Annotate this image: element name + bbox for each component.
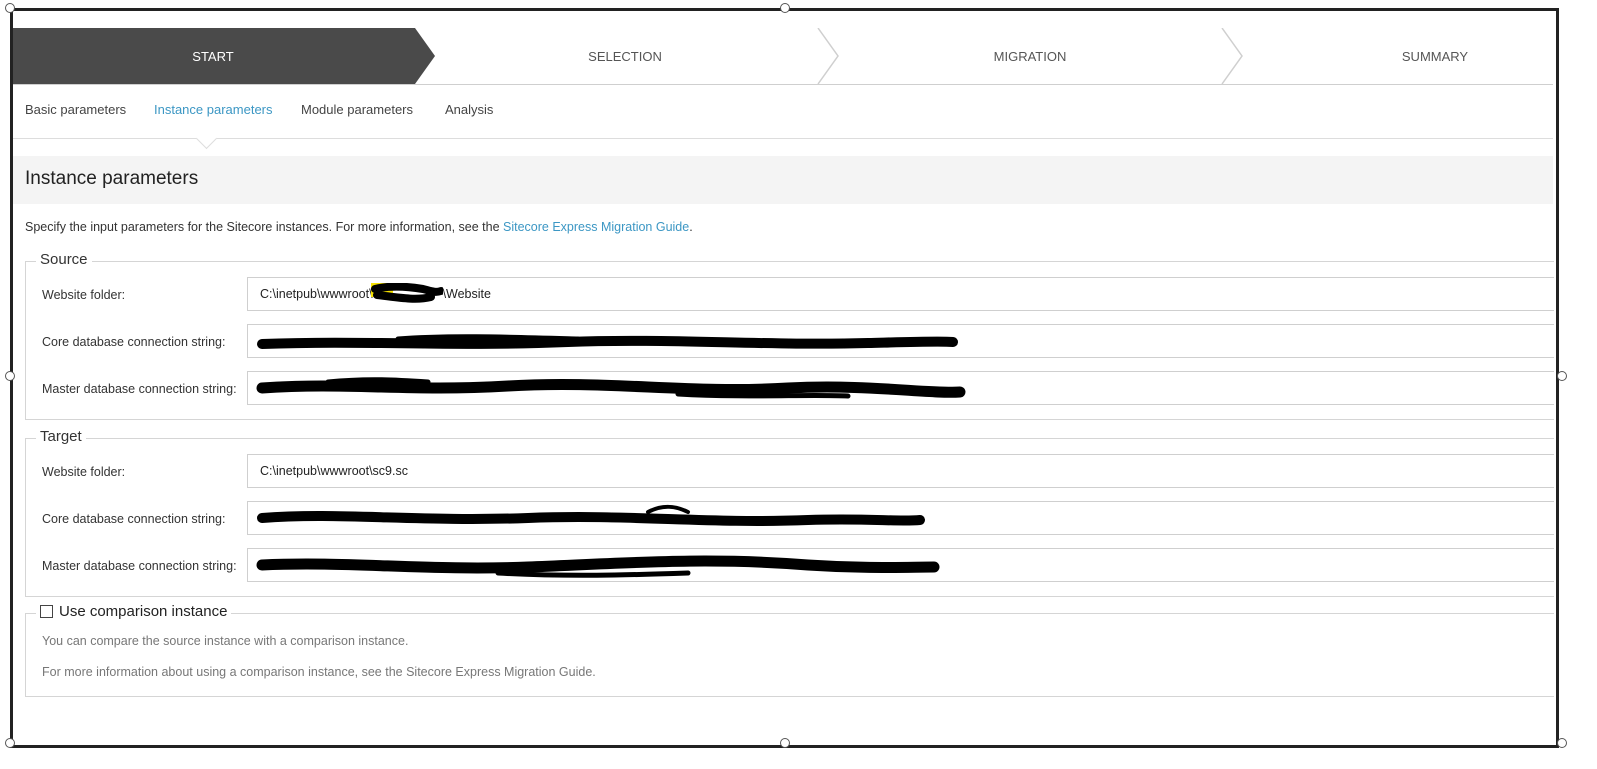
- use-comparison-label[interactable]: Use comparison instance: [59, 603, 227, 620]
- subtab-bar: Basic parameters Instance parameters Mod…: [13, 84, 1553, 150]
- source-master-db-label: Master database connection string:: [42, 382, 237, 396]
- source-core-db-label: Core database connection string:: [42, 335, 226, 349]
- resize-handle-bottom-right[interactable]: [1557, 738, 1567, 748]
- redaction-scribble: [370, 282, 443, 303]
- tab-basic-parameters[interactable]: Basic parameters: [25, 102, 126, 117]
- target-master-db-label: Master database connection string:: [42, 559, 237, 573]
- target-website-folder-label: Website folder:: [42, 465, 126, 479]
- redaction-scribble: [256, 377, 966, 399]
- resize-handle-bottom-left[interactable]: [5, 738, 15, 748]
- source-group: Source Website folder: C:\inetpub\wwwroo…: [25, 251, 1554, 420]
- wizard-step-label: MIGRATION: [993, 48, 1067, 64]
- wizard-step-selection[interactable]: SELECTION: [425, 28, 825, 84]
- wizard-step-label: START: [192, 48, 234, 64]
- intro-text-body: Specify the input parameters for the Sit…: [25, 220, 504, 234]
- comparison-legend: Use comparison instance: [36, 603, 232, 620]
- tab-analysis[interactable]: Analysis: [445, 102, 493, 117]
- resize-handle-middle-left[interactable]: [5, 371, 15, 381]
- redacted-folder-name: [370, 282, 443, 303]
- redaction-scribble: [256, 555, 940, 578]
- target-core-db-label: Core database connection string:: [42, 512, 226, 526]
- resize-handle-top-center[interactable]: [780, 3, 790, 13]
- wizard-steps: START SELECTION MIGRATION SUMMARY: [13, 28, 1553, 85]
- target-group: Target Website folder: C:\inetpub\wwwroo…: [25, 428, 1554, 597]
- comparison-info-note: For more information about using a compa…: [42, 665, 596, 679]
- source-folder-prefix: C:\inetpub\wwwroot\: [260, 287, 373, 301]
- page-header: Instance parameters: [13, 156, 1553, 204]
- wizard-step-label: SELECTION: [588, 48, 662, 64]
- target-master-db-input[interactable]: [247, 548, 1554, 582]
- wizard-step-summary[interactable]: SUMMARY: [1235, 28, 1597, 84]
- target-website-folder-input[interactable]: C:\inetpub\wwwroot\sc9.sc: [247, 454, 1554, 488]
- intro-text: Specify the input parameters for the Sit…: [25, 220, 693, 234]
- resize-handle-middle-right[interactable]: [1557, 371, 1567, 381]
- redaction-scribble: [257, 504, 925, 526]
- tab-module-parameters[interactable]: Module parameters: [301, 102, 413, 117]
- source-website-folder-input[interactable]: C:\inetpub\wwwroot\ \Website: [247, 277, 1554, 311]
- target-core-db-input[interactable]: [247, 501, 1554, 535]
- source-website-folder-value: C:\inetpub\wwwroot\ \Website: [260, 282, 491, 303]
- source-master-db-input[interactable]: [247, 371, 1554, 405]
- source-core-db-input[interactable]: [247, 324, 1554, 358]
- target-website-folder-value: C:\inetpub\wwwroot\sc9.sc: [260, 464, 408, 478]
- resize-handle-bottom-center[interactable]: [780, 738, 790, 748]
- wizard-step-migration[interactable]: MIGRATION: [830, 28, 1230, 84]
- migration-guide-link[interactable]: Sitecore Express Migration Guide: [503, 220, 689, 234]
- comparison-group: Use comparison instance You can compare …: [25, 603, 1554, 697]
- source-folder-suffix: \Website: [442, 287, 491, 301]
- use-comparison-checkbox[interactable]: [40, 605, 53, 618]
- page-title: Instance parameters: [25, 168, 199, 189]
- resize-handle-top-left[interactable]: [5, 3, 15, 13]
- wizard-step-label: SUMMARY: [1401, 48, 1469, 64]
- redaction-scribble: [257, 334, 958, 349]
- source-website-folder-label: Website folder:: [42, 288, 126, 302]
- tab-instance-parameters[interactable]: Instance parameters: [154, 102, 273, 117]
- source-legend: Source: [36, 251, 92, 268]
- main-content: Basic parameters Instance parameters Mod…: [13, 84, 1554, 697]
- comparison-note: You can compare the source instance with…: [42, 634, 409, 648]
- wizard-step-start[interactable]: START: [13, 28, 413, 84]
- intro-text-end: .: [689, 220, 693, 234]
- target-legend: Target: [36, 428, 86, 445]
